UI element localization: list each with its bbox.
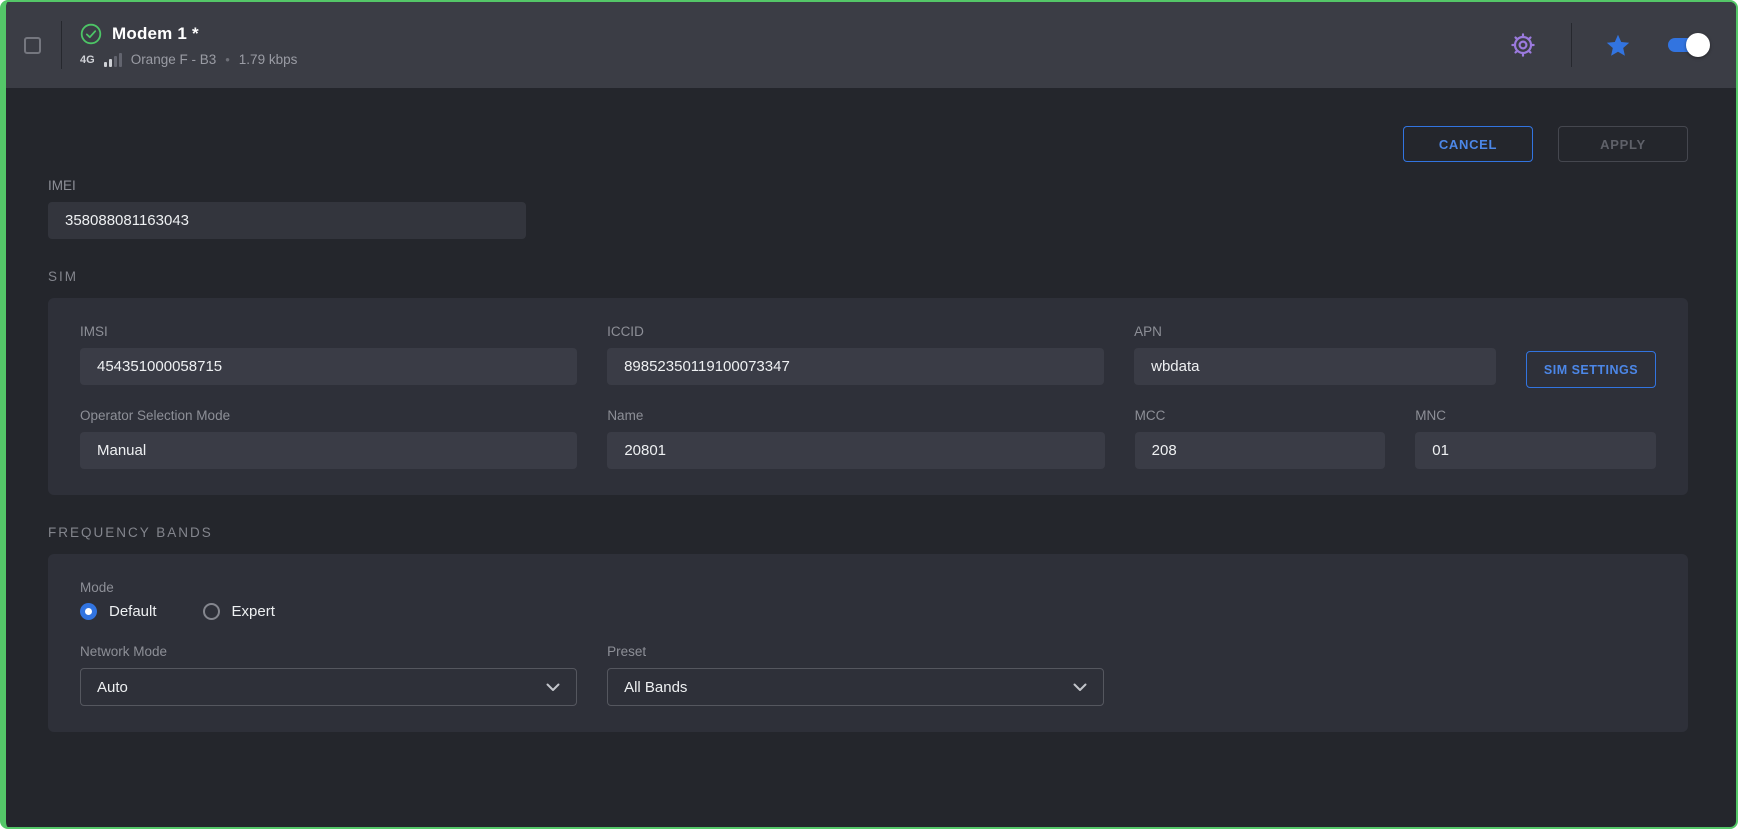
imei-label: IMEI xyxy=(48,178,1688,193)
radio-expert-circle xyxy=(203,603,220,620)
mcc-input[interactable] xyxy=(1135,432,1386,469)
modem-identity: Modem 1 * 4G Orange F - B3 • 1.79 kbps xyxy=(80,23,297,67)
form-actions: CANCEL APPLY xyxy=(48,126,1688,162)
modem-card: Modem 1 * 4G Orange F - B3 • 1.79 kbps xyxy=(0,0,1738,829)
screen: Modem 1 * 4G Orange F - B3 • 1.79 kbps xyxy=(0,0,1738,829)
apn-input[interactable] xyxy=(1134,348,1496,385)
network-type-badge: 4G xyxy=(80,54,95,66)
mnc-field: MNC xyxy=(1415,408,1656,469)
select-modem-checkbox[interactable] xyxy=(24,37,41,54)
operator-mode-label: Operator Selection Mode xyxy=(80,408,577,423)
apn-field: APN xyxy=(1134,324,1496,388)
preset-field: Preset All Bands xyxy=(607,644,1104,706)
imsi-label: IMSI xyxy=(80,324,577,339)
iccid-input[interactable] xyxy=(607,348,1104,385)
gear-icon[interactable] xyxy=(1509,31,1537,59)
radio-expert-label: Expert xyxy=(232,603,275,620)
radio-default-label: Default xyxy=(109,603,157,620)
apn-label: APN xyxy=(1134,324,1496,339)
mode-field: Mode Default Expert xyxy=(80,580,1656,620)
network-mode-select[interactable]: Auto xyxy=(80,668,577,706)
status-check-icon xyxy=(80,23,102,45)
preset-select[interactable]: All Bands xyxy=(607,668,1104,706)
network-mode-label: Network Mode xyxy=(80,644,577,659)
preset-value: All Bands xyxy=(624,679,687,696)
signal-bars-icon xyxy=(104,53,122,67)
mode-radio-group: Default Expert xyxy=(80,603,1656,620)
apply-button[interactable]: APPLY xyxy=(1558,126,1688,162)
operator-mode-field: Operator Selection Mode xyxy=(80,408,577,469)
radio-default-circle xyxy=(80,603,97,620)
iccid-field: ICCID xyxy=(607,324,1104,388)
imsi-field: IMSI xyxy=(80,324,577,388)
mcc-field: MCC xyxy=(1135,408,1386,469)
iccid-label: ICCID xyxy=(607,324,1104,339)
imei-field: IMEI xyxy=(48,178,1688,239)
imei-input[interactable] xyxy=(48,202,526,239)
radio-expert[interactable]: Expert xyxy=(203,603,275,620)
preset-label: Preset xyxy=(607,644,1104,659)
chevron-down-icon xyxy=(546,683,560,692)
modem-header: Modem 1 * 4G Orange F - B3 • 1.79 kbps xyxy=(6,2,1736,88)
sim-panel: IMSI ICCID APN SIM SETTINGS xyxy=(48,298,1688,495)
mnc-input[interactable] xyxy=(1415,432,1656,469)
header-actions xyxy=(1509,23,1706,67)
modem-enabled-toggle[interactable] xyxy=(1668,38,1706,52)
throughput-value: 1.79 kbps xyxy=(239,52,298,67)
name-field: Name xyxy=(607,408,1104,469)
modem-settings-form: CANCEL APPLY IMEI SIM IMSI ICCID xyxy=(6,88,1736,827)
sim-section-title: SIM xyxy=(48,269,1688,284)
dot-separator: • xyxy=(225,52,230,67)
frequency-panel: Mode Default Expert Network xyxy=(48,554,1688,732)
sim-settings-cell: SIM SETTINGS xyxy=(1526,324,1656,388)
sim-settings-button[interactable]: SIM SETTINGS xyxy=(1526,351,1656,388)
name-input[interactable] xyxy=(607,432,1104,469)
cancel-button[interactable]: CANCEL xyxy=(1403,126,1533,162)
radio-default[interactable]: Default xyxy=(80,603,157,620)
mode-label: Mode xyxy=(80,580,1656,595)
chevron-down-icon xyxy=(1073,683,1087,692)
toggle-knob xyxy=(1686,33,1710,57)
imsi-input[interactable] xyxy=(80,348,577,385)
network-mode-field: Network Mode Auto xyxy=(80,644,577,706)
header-divider xyxy=(61,21,62,69)
mnc-label: MNC xyxy=(1415,408,1656,423)
frequency-section-title: FREQUENCY BANDS xyxy=(48,525,1688,540)
name-label: Name xyxy=(607,408,1104,423)
header-divider-right xyxy=(1571,23,1572,67)
modem-title: Modem 1 * xyxy=(112,24,199,44)
favorite-star-icon[interactable] xyxy=(1606,34,1630,57)
operator-name: Orange F - B3 xyxy=(131,52,217,67)
mcc-label: MCC xyxy=(1135,408,1386,423)
network-mode-value: Auto xyxy=(97,679,128,696)
operator-mode-input[interactable] xyxy=(80,432,577,469)
